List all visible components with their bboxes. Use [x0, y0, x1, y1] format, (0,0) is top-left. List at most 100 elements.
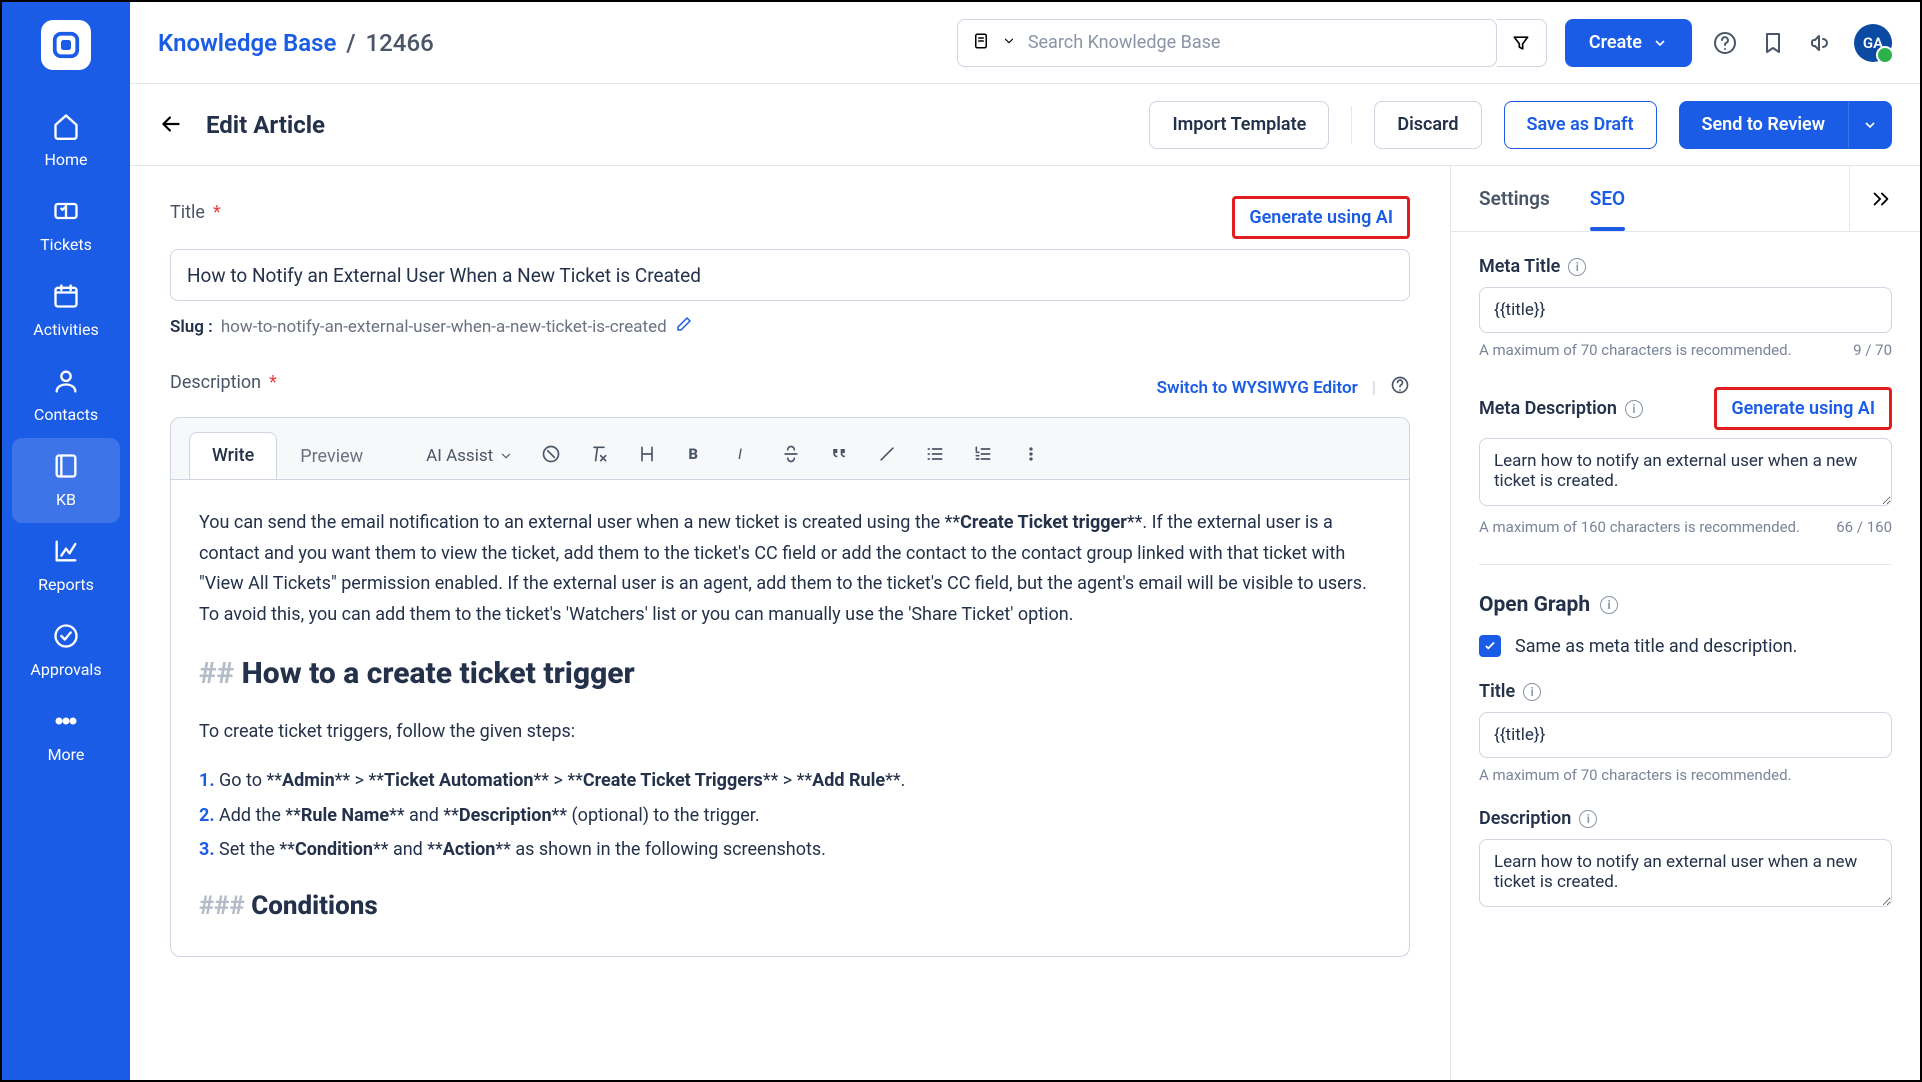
undo-icon[interactable]	[541, 444, 561, 468]
title-label: Title *	[170, 202, 221, 223]
strikethrough-icon[interactable]	[781, 444, 801, 468]
og-title-input[interactable]	[1479, 712, 1892, 758]
sidebar-item-label: Contacts	[34, 405, 98, 424]
more-icon	[52, 707, 80, 739]
toolbar: AI Assist B I	[426, 444, 1041, 468]
meta-title-count: 9 / 70	[1853, 341, 1892, 359]
edit-slug-icon[interactable]	[675, 315, 693, 338]
title-input[interactable]	[170, 249, 1410, 301]
tab-write[interactable]: Write	[189, 432, 277, 479]
sidebar-item-reports[interactable]: Reports	[2, 523, 130, 608]
og-same-label: Same as meta title and description.	[1515, 636, 1797, 657]
sidebar-item-label: Reports	[38, 575, 94, 594]
sidebar-item-label: Activities	[33, 320, 98, 339]
bold-icon[interactable]: B	[685, 444, 705, 468]
clear-format-icon[interactable]	[589, 444, 609, 468]
breadcrumb-id: 12466	[366, 29, 434, 57]
send-review-button[interactable]: Send to Review	[1679, 101, 1849, 149]
chart-icon	[52, 537, 80, 569]
sidebar-item-label: Home	[44, 150, 87, 169]
app-logo[interactable]	[41, 20, 91, 70]
meta-title-input[interactable]	[1479, 287, 1892, 333]
search-input[interactable]	[1028, 32, 1482, 53]
sidebar-item-label: KB	[56, 490, 76, 509]
sidebar-item-tickets[interactable]: Tickets	[2, 183, 130, 268]
og-title-label: Titlei	[1479, 681, 1892, 702]
info-icon[interactable]: i	[1600, 596, 1618, 614]
sidebar-item-approvals[interactable]: Approvals	[2, 608, 130, 693]
divider-icon[interactable]	[877, 444, 897, 468]
sidebar-item-label: Approvals	[30, 660, 101, 679]
search-box[interactable]	[957, 19, 1497, 67]
sidebar-item-label: More	[48, 745, 85, 764]
info-icon[interactable]: i	[1625, 400, 1643, 418]
og-title-hint: A maximum of 70 characters is recommende…	[1479, 766, 1792, 784]
sidebar-item-home[interactable]: Home	[2, 98, 130, 183]
meta-desc-input[interactable]	[1479, 438, 1892, 506]
home-icon	[52, 112, 80, 144]
page-title: Edit Article	[206, 111, 325, 139]
list-ul-icon[interactable]	[925, 444, 945, 468]
open-graph-heading: Open Graphi	[1479, 593, 1892, 617]
desc-help-icon[interactable]	[1390, 375, 1410, 400]
avatar[interactable]: GA	[1854, 24, 1892, 62]
tab-preview[interactable]: Preview	[277, 433, 386, 479]
italic-icon[interactable]: I	[733, 444, 753, 468]
meta-desc-hint: A maximum of 160 characters is recommend…	[1479, 518, 1800, 536]
sidebar-item-kb[interactable]: KB	[12, 438, 120, 523]
info-icon[interactable]: i	[1568, 258, 1586, 276]
slug-label: Slug :	[170, 317, 213, 337]
sidebar-item-contacts[interactable]: Contacts	[2, 353, 130, 438]
quote-icon[interactable]	[829, 444, 849, 468]
og-desc-input[interactable]	[1479, 839, 1892, 907]
create-label: Create	[1589, 32, 1642, 53]
sidebar-item-more[interactable]: More	[2, 693, 130, 778]
og-desc-label: Descriptioni	[1479, 808, 1892, 829]
tab-settings[interactable]: Settings	[1479, 166, 1550, 231]
info-icon[interactable]: i	[1523, 683, 1541, 701]
top-header: Knowledge Base / 12466 Create GA	[130, 2, 1920, 84]
discard-button[interactable]: Discard	[1374, 101, 1481, 149]
ai-assist-button[interactable]: AI Assist	[426, 446, 513, 466]
help-icon[interactable]	[1710, 28, 1740, 58]
avatar-initials: GA	[1863, 34, 1883, 52]
check-circle-icon	[52, 622, 80, 654]
heading-icon[interactable]	[637, 444, 657, 468]
document-icon	[972, 32, 990, 54]
slug-value: how-to-notify-an-external-user-when-a-ne…	[221, 317, 667, 337]
filter-button[interactable]	[1497, 19, 1547, 67]
save-draft-button[interactable]: Save as Draft	[1504, 101, 1657, 149]
breadcrumb-root[interactable]: Knowledge Base	[158, 29, 336, 57]
left-sidebar: Home Tickets Activities Contacts KB Repo…	[2, 2, 130, 1080]
create-button[interactable]: Create	[1565, 19, 1692, 67]
switch-editor-link[interactable]: Switch to WYSIWYG Editor	[1157, 378, 1358, 398]
chevron-down-icon[interactable]	[1002, 33, 1016, 52]
svg-text:I: I	[738, 445, 742, 463]
more-toolbar-icon[interactable]	[1021, 444, 1041, 468]
generate-ai-title-button[interactable]: Generate using AI	[1232, 196, 1410, 239]
info-icon[interactable]: i	[1579, 810, 1597, 828]
expand-panel-icon[interactable]	[1849, 166, 1892, 231]
editor-content[interactable]: You can send the email notification to a…	[171, 479, 1409, 956]
megaphone-icon[interactable]	[1806, 28, 1836, 58]
description-label: Description *	[170, 372, 277, 393]
calendar-icon	[52, 282, 80, 314]
og-same-checkbox[interactable]	[1479, 635, 1501, 657]
generate-ai-desc-button[interactable]: Generate using AI	[1714, 387, 1892, 430]
ticket-icon	[52, 197, 80, 229]
svg-text:B: B	[689, 445, 699, 463]
sidebar-item-activities[interactable]: Activities	[2, 268, 130, 353]
editor-box: Write Preview AI Assist B I	[170, 417, 1410, 957]
breadcrumb: Knowledge Base / 12466	[158, 29, 434, 57]
bookmark-icon[interactable]	[1758, 28, 1788, 58]
subheader: Edit Article Import Template Discard Sav…	[130, 84, 1920, 166]
send-review-dropdown[interactable]	[1848, 101, 1892, 149]
tab-seo[interactable]: SEO	[1590, 166, 1625, 231]
list-ol-icon[interactable]	[973, 444, 993, 468]
editor-column: Title * Generate using AI Slug : how-to-…	[130, 166, 1450, 1080]
divider	[1351, 106, 1352, 144]
sidebar-item-label: Tickets	[40, 235, 92, 254]
back-arrow-icon[interactable]	[158, 111, 186, 139]
import-template-button[interactable]: Import Template	[1149, 101, 1329, 149]
meta-title-label: Meta Titlei	[1479, 256, 1892, 277]
